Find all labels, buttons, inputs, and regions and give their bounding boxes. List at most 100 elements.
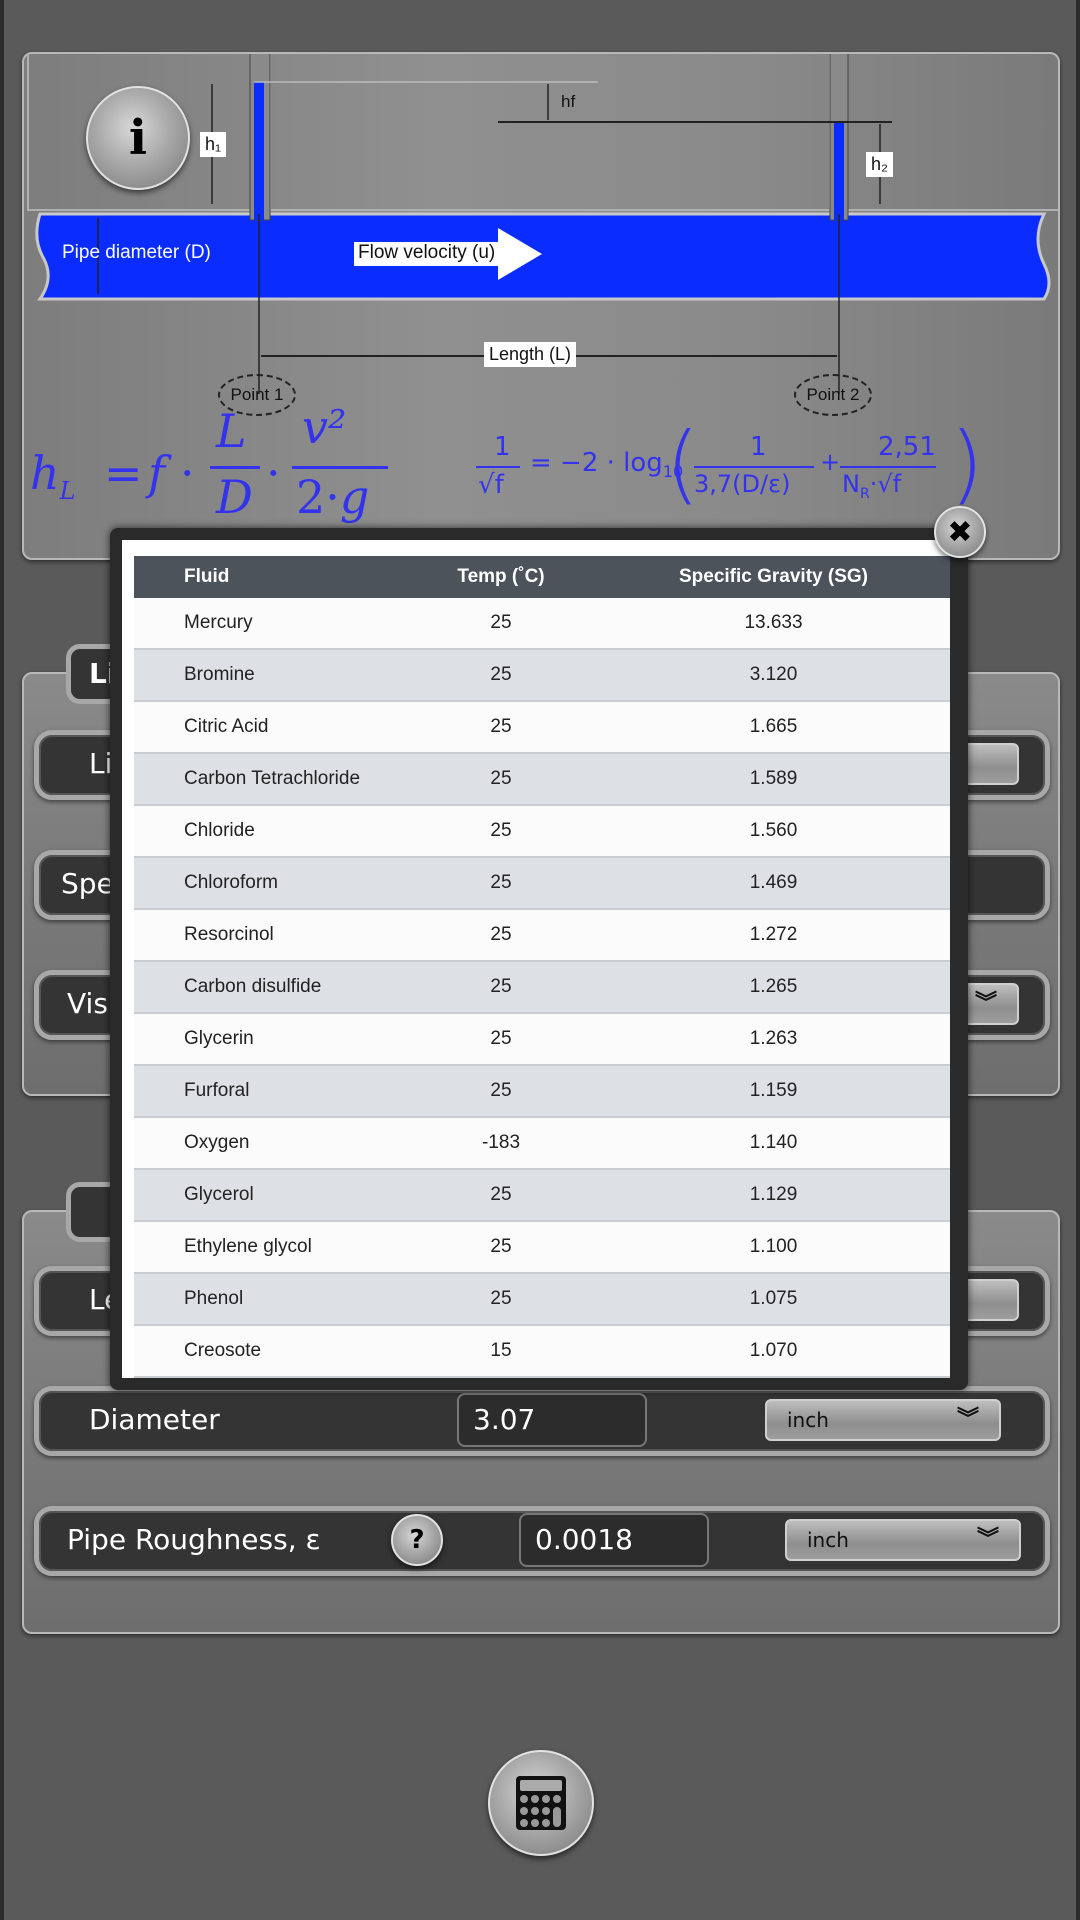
- label-hf: hf: [561, 92, 576, 111]
- diameter-unit-value: inch: [787, 1408, 829, 1432]
- fluid-cell: Citric Acid: [134, 701, 415, 754]
- chevron-down-icon: ︾: [974, 991, 997, 1016]
- roughness-row: Pipe Roughness, ε ? 0.0018 inch ︾: [34, 1506, 1050, 1576]
- label-h2: h₂: [866, 152, 893, 177]
- column-header-temp: Temp (˚C): [415, 556, 587, 598]
- temp-cell: -183: [415, 1117, 587, 1170]
- sg-cell: 1.036: [587, 1377, 950, 1378]
- roughness-unit-select[interactable]: inch ︾: [785, 1519, 1021, 1561]
- diameter-unit-select[interactable]: inch ︾: [765, 1399, 1001, 1441]
- table-header-row: Fluid Temp (˚C) Specific Gravity (SG): [134, 556, 950, 598]
- table-row[interactable]: Glycerin 25 1.263: [134, 1013, 950, 1066]
- fluid-cell: Creosote: [134, 1325, 415, 1378]
- roughness-label: Pipe Roughness, ε: [67, 1523, 321, 1556]
- label-h1: h₁: [200, 132, 227, 157]
- temp-cell: 25: [415, 649, 587, 702]
- temp-cell: 25: [415, 857, 587, 910]
- table-row[interactable]: Glycerol 25 1.129: [134, 1169, 950, 1222]
- temp-cell: 25: [415, 909, 587, 962]
- sg-cell: 1.589: [587, 753, 950, 806]
- reservoir-right: [843, 54, 1058, 211]
- chevron-down-icon: ︾: [956, 1407, 979, 1432]
- temp-cell: 25: [415, 701, 587, 754]
- close-icon: ✖: [947, 514, 973, 550]
- roughness-unit-value: inch: [807, 1528, 849, 1552]
- label-length: Length (L): [484, 342, 577, 367]
- temp-cell: 25: [415, 1169, 587, 1222]
- fluid-cell: Resorcinol: [134, 909, 415, 962]
- table-row[interactable]: Citric Acid 25 1.665: [134, 701, 950, 754]
- fluid-cell: Glycerin: [134, 1013, 415, 1066]
- fluid-cell: Carbon disulfide: [134, 961, 415, 1014]
- modal-content[interactable]: Fluid Temp (˚C) Specific Gravity (SG) Me…: [122, 540, 950, 1378]
- table-row[interactable]: Carbon disulfide 25 1.265: [134, 961, 950, 1014]
- temp-cell: 25: [415, 1065, 587, 1118]
- info-button[interactable]: i: [86, 86, 190, 190]
- sg-cell: 1.075: [587, 1273, 950, 1326]
- temp-cell: 25: [415, 1221, 587, 1274]
- sg-cell: 1.100: [587, 1221, 950, 1274]
- table-row[interactable]: Chloride 25 1.560: [134, 805, 950, 858]
- diameter-input[interactable]: 3.07: [457, 1393, 647, 1447]
- sg-cell: 1.140: [587, 1117, 950, 1170]
- sg-cell: 1.560: [587, 805, 950, 858]
- temp-cell: 25: [415, 1273, 587, 1326]
- sg-cell: 1.265: [587, 961, 950, 1014]
- roughness-input[interactable]: 0.0018: [519, 1513, 709, 1567]
- close-modal-button[interactable]: ✖: [934, 506, 986, 558]
- fluid-cell: Glycerol: [134, 1169, 415, 1222]
- fluid-cell: Furforal: [134, 1065, 415, 1118]
- calculator-icon: [516, 1776, 566, 1830]
- table-row[interactable]: Resorcinol 25 1.272: [134, 909, 950, 962]
- roughness-help-button[interactable]: ?: [391, 1514, 443, 1566]
- fluid-cell: Phenol: [134, 1273, 415, 1326]
- calculate-button[interactable]: [488, 1750, 594, 1856]
- temp-cell: 15: [415, 1325, 587, 1378]
- table-row[interactable]: Creosote 15 1.070: [134, 1325, 950, 1378]
- diameter-label: Diameter: [89, 1403, 220, 1436]
- temp-cell: 25: [415, 598, 587, 650]
- sg-cell: 1.263: [587, 1013, 950, 1066]
- left-frame-edge: [0, 0, 4, 1920]
- table-row[interactable]: Chloroform 25 1.469: [134, 857, 950, 910]
- fluid-cell: Carbon Tetrachloride: [134, 753, 415, 806]
- sg-cell: 1.159: [587, 1065, 950, 1118]
- temp-cell: 25: [415, 805, 587, 858]
- fluid-cell: Propylene glycol: [134, 1377, 415, 1378]
- table-row[interactable]: Bromine 25 3.120: [134, 649, 950, 702]
- sg-cell: 1.070: [587, 1325, 950, 1378]
- fluid-cell: Chloroform: [134, 857, 415, 910]
- fluid-cell: Oxygen: [134, 1117, 415, 1170]
- table-row[interactable]: Mercury 25 13.633: [134, 598, 950, 650]
- sg-cell: 1.665: [587, 701, 950, 754]
- table-row[interactable]: Ethylene glycol 25 1.100: [134, 1221, 950, 1274]
- chevron-down-icon: ︾: [976, 1527, 999, 1552]
- fluid-cell: Ethylene glycol: [134, 1221, 415, 1274]
- fluid-cell: Mercury: [134, 598, 415, 650]
- fluid-table-modal: Fluid Temp (˚C) Specific Gravity (SG) Me…: [110, 528, 968, 1390]
- label-flow-velocity: Flow velocity (u): [358, 242, 496, 263]
- table-row[interactable]: Phenol 25 1.075: [134, 1273, 950, 1326]
- temp-cell: 25: [415, 961, 587, 1014]
- fluid-cell: Chloride: [134, 805, 415, 858]
- specific-gravity-label: Spe: [61, 867, 114, 900]
- table-row[interactable]: Oxygen -183 1.140: [134, 1117, 950, 1170]
- standpipe-1-fluid: [254, 82, 264, 220]
- sg-cell: 1.129: [587, 1169, 950, 1222]
- temp-cell: 25: [415, 1377, 587, 1378]
- viscosity-label: Vis: [67, 987, 108, 1020]
- sg-cell: 13.633: [587, 598, 950, 650]
- sg-cell: 3.120: [587, 649, 950, 702]
- table-row[interactable]: Propylene glycol251.036: [134, 1377, 950, 1378]
- info-icon: i: [128, 110, 148, 166]
- column-header-fluid: Fluid: [134, 556, 415, 598]
- reservoir-middle: [269, 54, 831, 211]
- table-row[interactable]: Furforal 25 1.159: [134, 1065, 950, 1118]
- label-pipe-diameter: Pipe diameter (D): [62, 242, 211, 263]
- sg-cell: 1.272: [587, 909, 950, 962]
- temp-cell: 25: [415, 1013, 587, 1066]
- right-frame-edge: [1076, 0, 1080, 1920]
- liquid-row-label: Li: [89, 747, 113, 780]
- help-icon: ?: [409, 1525, 425, 1555]
- table-row[interactable]: Carbon Tetrachloride 25 1.589: [134, 753, 950, 806]
